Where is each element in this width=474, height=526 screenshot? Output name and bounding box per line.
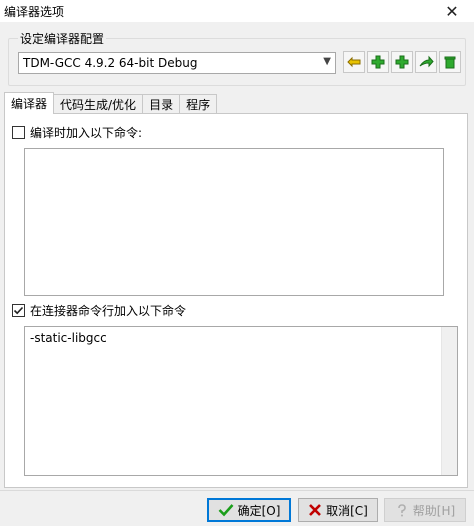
help-button-label: 帮助[H]: [412, 503, 456, 518]
cancel-button[interactable]: 取消[C]: [298, 498, 378, 522]
close-x-icon: [309, 504, 322, 516]
compiler-profile-select[interactable]: TDM-GCC 4.9.2 64-bit Debug ▼: [18, 52, 336, 74]
help-icon: [397, 504, 406, 517]
close-icon[interactable]: ✕: [430, 0, 474, 22]
export-icon: [419, 55, 434, 68]
copy-profile-button[interactable]: [391, 51, 413, 73]
checkmark-icon: [218, 504, 234, 517]
rename-profile-button[interactable]: [343, 51, 365, 73]
add-icon: [371, 55, 385, 69]
compiler-profile-value: TDM-GCC 4.9.2 64-bit Debug: [23, 56, 198, 70]
add-copy-icon: [395, 55, 409, 69]
compiler-commands-label: 编译时加入以下命令:: [30, 126, 143, 140]
profile-toolbar: [343, 51, 461, 73]
linker-commands-textarea[interactable]: -static-libgcc: [24, 326, 458, 476]
tab-compiler[interactable]: 编译器: [4, 92, 55, 114]
compiler-commands-textarea[interactable]: [24, 148, 444, 296]
add-profile-button[interactable]: [367, 51, 389, 73]
export-profile-button[interactable]: [415, 51, 437, 73]
title-bar: 编译器选项 ✕: [0, 0, 474, 22]
linker-textarea-scrollbar[interactable]: [441, 327, 457, 475]
linker-commands-text: -static-libgcc: [30, 331, 107, 345]
cancel-button-label: 取消[C]: [326, 503, 368, 518]
linker-commands-label: 在连接器命令行加入以下命令: [30, 304, 187, 318]
checkmark-icon: [13, 306, 24, 315]
tab-directories[interactable]: 目录: [142, 94, 181, 114]
compiler-commands-checkbox[interactable]: [12, 126, 25, 139]
ok-button-label: 确定[O]: [237, 503, 281, 518]
linker-commands-checkbox[interactable]: [12, 304, 25, 317]
options-tab-strip: 编译器 代码生成/优化 目录 程序: [4, 92, 218, 114]
compiler-commands-row: 编译时加入以下命令:: [12, 124, 142, 141]
window-title: 编译器选项: [4, 4, 65, 19]
help-button[interactable]: 帮助[H]: [384, 498, 466, 522]
config-group-label: 设定编译器配置: [18, 30, 107, 47]
linker-commands-row: 在连接器命令行加入以下命令: [12, 302, 186, 319]
tab-programs[interactable]: 程序: [179, 94, 218, 114]
chevron-down-icon: ▼: [323, 56, 331, 67]
delete-profile-button[interactable]: [439, 51, 461, 73]
ok-button[interactable]: 确定[O]: [207, 498, 291, 522]
delete-icon: [444, 56, 456, 69]
tab-codegen[interactable]: 代码生成/优化: [53, 94, 144, 114]
rename-icon: [347, 56, 361, 68]
